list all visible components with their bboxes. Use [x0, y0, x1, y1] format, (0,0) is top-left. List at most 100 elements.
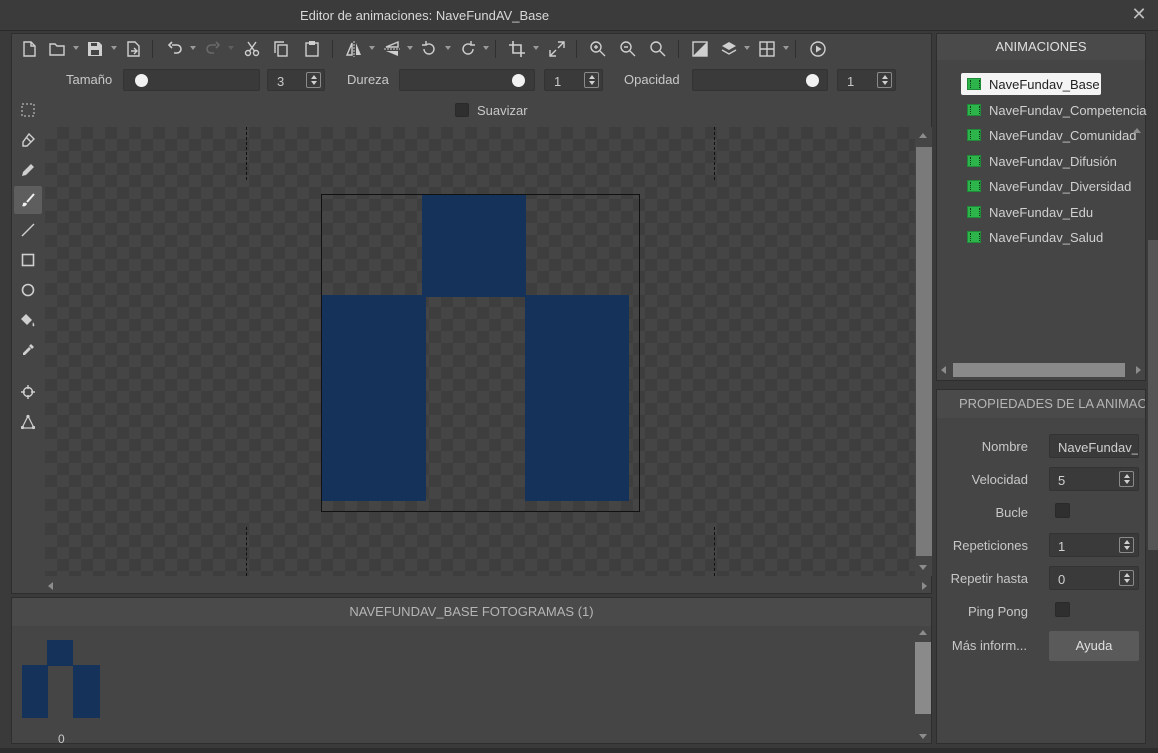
opacity-slider-knob[interactable] [806, 74, 819, 87]
canvas-horizontal-scrollbar[interactable] [45, 578, 927, 594]
layers-icon[interactable] [718, 38, 740, 60]
help-button[interactable]: Ayuda [1049, 631, 1139, 661]
size-stepper[interactable] [306, 72, 321, 88]
crop-dropdown-icon[interactable] [533, 46, 539, 50]
redo-icon[interactable] [202, 38, 224, 60]
eraser-icon[interactable] [14, 126, 42, 154]
smooth-option[interactable]: Suavizar [455, 101, 528, 119]
name-field[interactable]: NaveFundav_ [1049, 434, 1139, 458]
scroll-down-icon[interactable] [919, 734, 927, 739]
grid-icon[interactable] [756, 38, 778, 60]
select-icon[interactable] [14, 96, 42, 124]
new-file-icon[interactable] [18, 38, 40, 60]
rotate-left-dropdown-icon[interactable] [445, 46, 451, 50]
rotate-right-icon[interactable] [457, 38, 479, 60]
repeats-spinbox[interactable]: 1 [1049, 533, 1139, 557]
open-dropdown-icon[interactable] [73, 46, 79, 50]
scroll-right-icon[interactable] [922, 582, 927, 590]
drawing-canvas[interactable] [45, 127, 915, 576]
repeats-stepper[interactable] [1119, 537, 1134, 553]
save-icon[interactable] [84, 38, 106, 60]
animations-horizontal-scrollbar[interactable] [937, 361, 1145, 379]
animation-item[interactable]: NaveFundav_Base [961, 73, 1101, 95]
undo-icon[interactable] [164, 38, 186, 60]
animation-item[interactable]: NaveFundav_Edu [961, 201, 1129, 223]
cut-icon[interactable] [241, 38, 263, 60]
line-icon[interactable] [14, 216, 42, 244]
scroll-thumb[interactable] [916, 147, 932, 556]
size-slider[interactable] [123, 69, 260, 91]
size-spinbox[interactable]: 3 [267, 69, 325, 91]
frame-thumbnail[interactable] [22, 640, 100, 718]
scroll-up-icon[interactable] [919, 630, 927, 635]
layers-dropdown-icon[interactable] [744, 46, 750, 50]
pingpong-checkbox[interactable] [1055, 602, 1070, 617]
ellipse-icon[interactable] [14, 276, 42, 304]
animations-vertical-scrollbar[interactable] [1129, 124, 1145, 360]
opacity-spinbox[interactable]: 1 [837, 69, 896, 91]
flip-h-dropdown-icon[interactable] [369, 46, 375, 50]
opacity-stepper[interactable] [877, 72, 892, 88]
play-icon[interactable] [807, 38, 829, 60]
zoom-out-icon[interactable] [617, 38, 639, 60]
zoom-fit-icon[interactable] [647, 38, 669, 60]
frames-panel: NAVEFUNDAV_BASE FOTOGRAMAS (1) 0 [11, 597, 932, 746]
hardness-slider-knob[interactable] [512, 74, 525, 87]
flip-vertical-icon[interactable] [381, 38, 403, 60]
export-icon[interactable] [122, 38, 144, 60]
repeat-until-spinbox[interactable]: 0 [1049, 566, 1139, 590]
status-strip [0, 748, 1158, 753]
bbox-guide [714, 127, 715, 180]
rotate-left-icon[interactable] [418, 38, 440, 60]
canvas-vertical-scrollbar[interactable] [916, 127, 932, 576]
frames-scrollbar[interactable] [915, 626, 931, 743]
loop-checkbox[interactable] [1055, 503, 1070, 518]
size-slider-knob[interactable] [135, 74, 148, 87]
animation-item[interactable]: NaveFundav_Comunidad [961, 124, 1136, 146]
zoom-in-icon[interactable] [587, 38, 609, 60]
smooth-checkbox[interactable] [455, 102, 469, 117]
repeat-until-stepper[interactable] [1119, 570, 1134, 586]
resize-icon[interactable] [546, 38, 568, 60]
scroll-up-icon[interactable] [919, 133, 927, 138]
sprite-frame[interactable] [321, 194, 640, 512]
flip-horizontal-icon[interactable] [343, 38, 365, 60]
speed-spinbox[interactable]: 5 [1049, 467, 1139, 491]
undo-dropdown-icon[interactable] [190, 46, 196, 50]
flip-v-dropdown-icon[interactable] [407, 46, 413, 50]
rectangle-icon[interactable] [14, 246, 42, 274]
animation-item[interactable]: NaveFundav_Salud [961, 226, 1129, 248]
film-strip-icon [967, 129, 981, 141]
hardness-stepper[interactable] [584, 72, 599, 88]
crop-icon[interactable] [506, 38, 528, 60]
animation-item[interactable]: NaveFundav_Diversidad [961, 175, 1131, 197]
mask-icon[interactable] [14, 408, 42, 436]
animation-item[interactable]: NaveFundav_Competencia [961, 99, 1147, 121]
scroll-left-icon[interactable] [941, 366, 946, 374]
origin-icon[interactable] [14, 378, 42, 406]
close-icon[interactable]: ✕ [1130, 4, 1148, 24]
rotate-right-dropdown-icon[interactable] [483, 46, 489, 50]
grid-dropdown-icon[interactable] [783, 46, 789, 50]
speed-stepper[interactable] [1119, 471, 1134, 487]
opacity-slider[interactable] [692, 69, 828, 91]
fill-icon[interactable] [14, 306, 42, 334]
scroll-right-icon[interactable] [1136, 366, 1141, 374]
eyedropper-icon[interactable] [14, 336, 42, 364]
save-dropdown-icon[interactable] [111, 46, 117, 50]
paste-icon[interactable] [301, 38, 323, 60]
copy-icon[interactable] [270, 38, 292, 60]
open-folder-icon[interactable] [46, 38, 68, 60]
scroll-thumb[interactable] [953, 363, 1125, 377]
hardness-spinbox[interactable]: 1 [544, 69, 603, 91]
scroll-up-icon[interactable] [1133, 128, 1141, 133]
scroll-thumb[interactable] [915, 642, 931, 714]
animation-item[interactable]: NaveFundav_Difusión [961, 150, 1129, 172]
pencil-icon[interactable] [14, 156, 42, 184]
scroll-down-icon[interactable] [919, 565, 927, 570]
background-icon[interactable] [689, 38, 711, 60]
scroll-left-icon[interactable] [48, 582, 53, 590]
thumb-top-block [47, 640, 73, 666]
hardness-slider[interactable] [399, 69, 535, 91]
brush-icon[interactable] [14, 186, 42, 214]
